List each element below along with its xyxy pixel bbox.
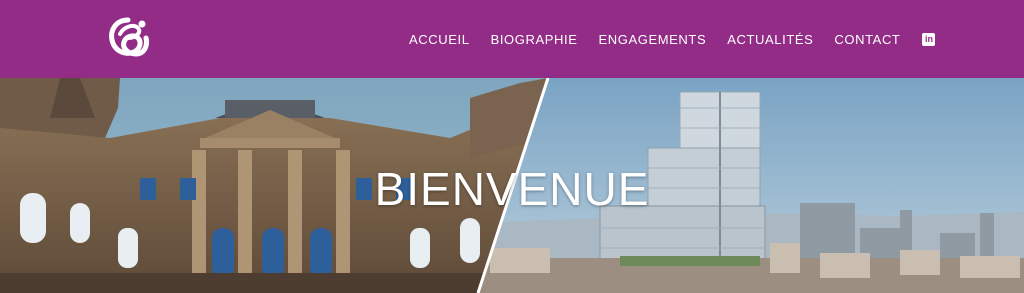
nav-contact[interactable]: CONTACT (834, 32, 900, 47)
hero-title: BIENVENUE (374, 163, 650, 215)
linkedin-icon[interactable]: in (922, 32, 936, 46)
main-nav: ACCUEIL BIOGRAPHIE ENGAGEMENTS ACTUALITÉ… (409, 29, 936, 49)
nav-accueil[interactable]: ACCUEIL (409, 32, 470, 47)
nav-biographie[interactable]: BIOGRAPHIE (491, 32, 578, 47)
hero-banner: BIENVENUE (0, 78, 1024, 293)
nav-actualites[interactable]: ACTUALITÉS (727, 32, 813, 47)
site-header: ACCUEIL BIOGRAPHIE ENGAGEMENTS ACTUALITÉ… (0, 0, 1024, 78)
site-logo[interactable] (102, 12, 154, 64)
nav-engagements[interactable]: ENGAGEMENTS (598, 32, 706, 47)
e-monogram-logo-icon (109, 17, 149, 57)
